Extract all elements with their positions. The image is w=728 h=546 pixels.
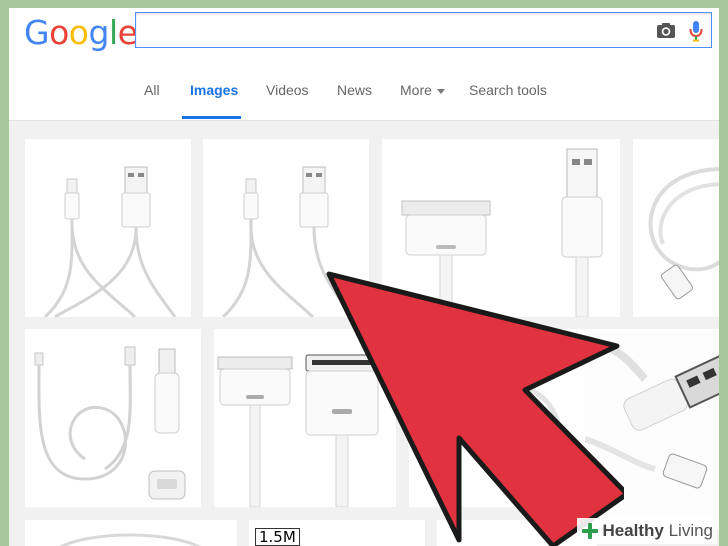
logo-letter: l	[108, 13, 118, 52]
logo-letter: g	[88, 13, 109, 52]
image-size-label: 1.5M	[255, 528, 300, 546]
image-result-coiled-cable[interactable]	[633, 139, 719, 317]
cable-image	[648, 167, 719, 300]
image-result-lightning-cable[interactable]	[25, 139, 191, 317]
tab-more-label: More	[400, 82, 432, 98]
watermark-brand: Healthy Living	[602, 521, 713, 541]
cable-image	[59, 533, 201, 546]
camera-icon[interactable]	[656, 22, 676, 39]
active-tab-indicator	[182, 116, 241, 119]
microphone-icon[interactable]	[689, 20, 703, 42]
search-input[interactable]	[135, 12, 712, 48]
tab-videos[interactable]: Videos	[266, 82, 309, 98]
tab-news[interactable]: News	[337, 82, 372, 98]
search-header: Google All Images Videos News More Searc…	[9, 8, 719, 121]
chevron-down-icon	[436, 88, 445, 94]
logo-letter: G	[24, 13, 50, 52]
image-result-partial[interactable]	[25, 520, 237, 546]
watermark-brand-b: Living	[663, 521, 713, 540]
watermark-brand-a: Healthy	[602, 521, 664, 540]
logo-letter: o	[49, 13, 69, 52]
tab-images[interactable]: Images	[190, 82, 238, 98]
browser-screen: Google All Images Videos News More Searc…	[9, 8, 719, 546]
tab-search-tools[interactable]: Search tools	[469, 82, 547, 98]
search-tabs: All Images Videos News More Search tools	[9, 80, 719, 120]
tab-more[interactable]: More	[400, 82, 445, 98]
google-logo[interactable]: Google	[24, 13, 138, 52]
pointer-arrow-icon	[326, 271, 624, 546]
image-result-lightning-cable[interactable]	[25, 329, 201, 507]
cable-image	[34, 346, 186, 500]
healthy-living-watermark: Healthy Living	[577, 518, 717, 544]
tab-all[interactable]: All	[144, 82, 160, 98]
cable-image	[43, 166, 177, 317]
logo-letter: o	[68, 13, 89, 52]
cross-leaf-icon	[582, 523, 599, 539]
